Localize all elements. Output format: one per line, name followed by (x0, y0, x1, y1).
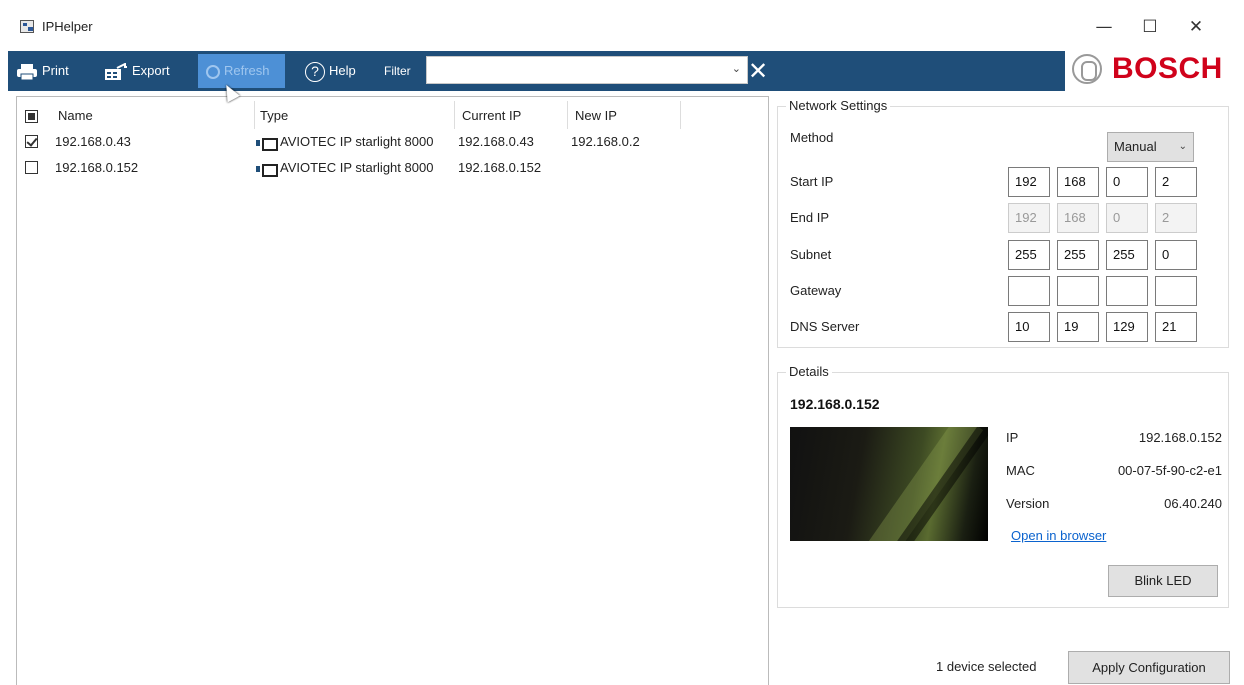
end-ip-label: End IP (790, 210, 830, 225)
end-ip-octet-2: 168 (1057, 203, 1099, 233)
details-group: Details 192.168.0.152 IP 192.168.0.152 M… (777, 364, 1229, 608)
version-label: Version (1006, 496, 1050, 511)
bosch-logo-icon (1072, 54, 1102, 84)
blink-led-button[interactable]: Blink LED (1108, 565, 1218, 597)
app-icon (20, 20, 34, 33)
filter-combobox[interactable]: ⌄ (426, 56, 748, 84)
column-header-current-ip[interactable]: Current IP (462, 106, 521, 126)
column-divider (254, 101, 255, 129)
open-in-browser-link[interactable]: Open in browser (1011, 528, 1106, 543)
subnet-octet-4[interactable]: 0 (1155, 240, 1197, 270)
device-type: AVIOTEC IP starlight 8000 (256, 159, 433, 177)
device-new-ip: 192.168.0.2 (571, 134, 640, 149)
camera-preview-image (790, 427, 988, 541)
mac-label: MAC (1006, 463, 1035, 478)
export-button[interactable]: Export (104, 56, 170, 86)
help-label: Help (329, 63, 356, 78)
gateway-octet-2[interactable] (1057, 276, 1099, 306)
network-settings-title: Network Settings (786, 98, 891, 113)
select-all-checkbox[interactable] (25, 110, 38, 123)
clear-filter-icon[interactable]: ✕ (748, 56, 768, 86)
details-title: Details (786, 364, 832, 379)
gateway-label: Gateway (790, 283, 842, 298)
column-header-new-ip[interactable]: New IP (575, 106, 617, 126)
minimize-button[interactable]: — (1081, 12, 1127, 42)
details-device-ip: 192.168.0.152 (790, 396, 880, 412)
export-label: Export (132, 63, 170, 78)
mac-value: 00-07-5f-90-c2-e1 (1117, 463, 1222, 478)
camera-icon (256, 163, 278, 177)
dns-octet-3[interactable]: 129 (1106, 312, 1148, 342)
device-list: Name Type Current IP New IP 192.168.0.43… (16, 96, 769, 685)
start-ip-octet-2[interactable]: 168 (1057, 167, 1099, 197)
dns-octet-1[interactable]: 10 (1008, 312, 1050, 342)
device-current-ip: 192.168.0.43 (458, 134, 534, 149)
column-header-name[interactable]: Name (58, 106, 93, 126)
dns-octet-4[interactable]: 21 (1155, 312, 1197, 342)
column-divider (680, 101, 681, 129)
column-header-type[interactable]: Type (260, 106, 288, 126)
gateway-octet-3[interactable] (1106, 276, 1148, 306)
help-icon: ? (305, 61, 325, 82)
chevron-down-icon[interactable]: ⌄ (732, 62, 741, 75)
table-row[interactable]: 192.168.0.43 AVIOTEC IP starlight 8000 1… (17, 130, 768, 154)
help-button[interactable]: ? Help (305, 56, 356, 86)
gateway-octet-1[interactable] (1008, 276, 1050, 306)
print-label: Print (42, 63, 69, 78)
ip-value: 192.168.0.152 (1138, 430, 1222, 445)
filter-input[interactable] (427, 57, 727, 83)
network-settings-group: Network Settings Method Manual ⌄ Start IP… (777, 98, 1229, 348)
export-icon (105, 62, 127, 80)
title-bar: IPHelper — ☐ ✕ (0, 0, 1244, 48)
subnet-label: Subnet (790, 247, 832, 262)
refresh-label: Refresh (224, 63, 270, 78)
row-checkbox[interactable] (25, 135, 38, 148)
device-name: 192.168.0.43 (55, 134, 131, 149)
column-divider (567, 101, 568, 129)
ip-label: IP (1006, 430, 1019, 445)
apply-configuration-button[interactable]: Apply Configuration (1068, 651, 1230, 684)
table-row[interactable]: 192.168.0.152 AVIOTEC IP starlight 8000 … (17, 156, 768, 180)
method-select[interactable]: Manual ⌄ (1107, 132, 1194, 162)
start-ip-octet-4[interactable]: 2 (1155, 167, 1197, 197)
refresh-icon (206, 64, 220, 79)
end-ip-octet-1: 192 (1008, 203, 1050, 233)
dns-server-label: DNS Server (790, 319, 860, 334)
method-label: Method (790, 130, 834, 145)
subnet-octet-1[interactable]: 255 (1008, 240, 1050, 270)
subnet-octet-3[interactable]: 255 (1106, 240, 1148, 270)
print-button[interactable]: Print (16, 56, 69, 86)
start-ip-octet-1[interactable]: 192 (1008, 167, 1050, 197)
window-title: IPHelper (42, 19, 93, 34)
chevron-down-icon: ⌄ (1178, 141, 1187, 152)
refresh-button[interactable]: Refresh (198, 54, 285, 88)
end-ip-octet-3: 0 (1106, 203, 1148, 233)
filter-label: Filter (384, 64, 411, 78)
maximize-button[interactable]: ☐ (1127, 12, 1173, 42)
start-ip-label: Start IP (790, 174, 834, 189)
dns-octet-2[interactable]: 19 (1057, 312, 1099, 342)
start-ip-octet-3[interactable]: 0 (1106, 167, 1148, 197)
device-name: 192.168.0.152 (55, 160, 139, 175)
printer-icon (17, 63, 37, 81)
device-current-ip: 192.168.0.152 (458, 160, 542, 175)
column-divider (454, 101, 455, 129)
brand-logo-text: BOSCH (1112, 52, 1223, 85)
camera-icon (256, 137, 278, 151)
subnet-octet-2[interactable]: 255 (1057, 240, 1099, 270)
end-ip-octet-4: 2 (1155, 203, 1197, 233)
selection-status: 1 device selected (936, 659, 1037, 674)
toolbar: Print Export Refresh ? Help Filter ⌄ ✕ (8, 51, 1065, 91)
row-checkbox[interactable] (25, 161, 38, 174)
version-value: 06.40.240 (1164, 496, 1222, 511)
device-type: AVIOTEC IP starlight 8000 (256, 133, 433, 151)
gateway-octet-4[interactable] (1155, 276, 1197, 306)
close-window-button[interactable]: ✕ (1173, 12, 1219, 42)
